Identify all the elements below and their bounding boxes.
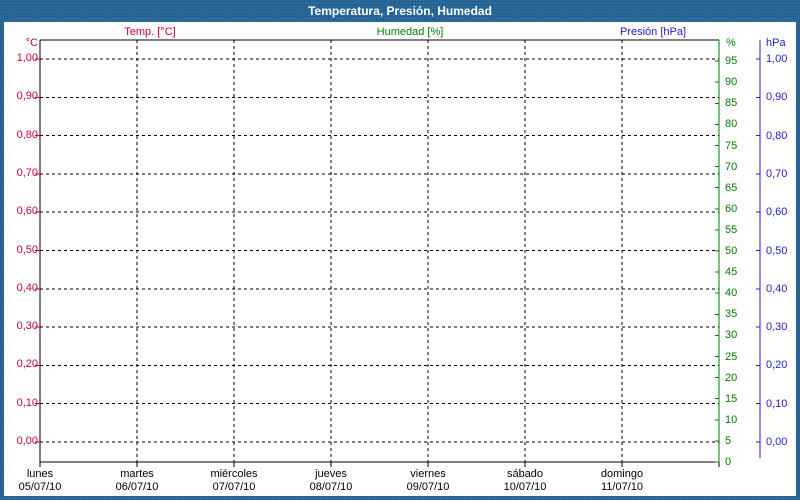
- pressure-axis-tick-label: 0,80: [766, 129, 788, 142]
- left-axis-tick-label: 0,30: [16, 320, 38, 333]
- pressure-axis-tick-label: 0,20: [766, 359, 788, 372]
- pressure-axis-tick-label: 0,00: [766, 436, 788, 448]
- chart-title-bar: Temperatura, Presión, Humedad: [0, 0, 800, 22]
- humidity-axis-tick-label: 30: [725, 329, 738, 342]
- humidity-axis-tick-label: 5: [725, 434, 732, 447]
- pressure-axis-tick-label: 0,30: [766, 321, 788, 334]
- humidity-axis-tick-label: 70: [725, 160, 738, 173]
- humidity-axis-tick-label: 90: [725, 76, 738, 89]
- humidity-axis-tick-label: 85: [725, 97, 738, 110]
- humidity-axis-tick-label: 55: [725, 223, 738, 236]
- day-date-label: 08/07/10: [309, 481, 353, 493]
- chart-plot-area: [35, 39, 761, 467]
- humidity-axis-tick-label: 10: [725, 413, 738, 426]
- left-axis-tick-label: 0,70: [16, 166, 38, 179]
- pressure-axis-tick-label: 0,90: [766, 91, 788, 104]
- day-date-label: 09/07/10: [406, 481, 450, 493]
- chart-panel: Temp. [°C] Humedad [%] Presión [hPa] °C …: [4, 22, 796, 496]
- left-axis-tick-label: 0,90: [16, 90, 38, 103]
- humidity-axis-tick-label: 95: [725, 55, 738, 68]
- left-axis-tick-label: 0,80: [16, 128, 38, 141]
- humidity-axis-tick-label: 40: [725, 287, 738, 300]
- day-name-label: miércoles: [210, 468, 258, 480]
- pressure-axis-tick-label: 0,50: [766, 244, 788, 257]
- day-name-label: viernes: [410, 468, 446, 480]
- day-name-label: domingo: [600, 468, 644, 480]
- day-date-label: 05/07/10: [18, 481, 62, 493]
- humidity-axis-tick-label: 60: [725, 202, 738, 215]
- day-date-label: 07/07/10: [212, 481, 256, 493]
- day-name-label: lunes: [26, 468, 54, 480]
- humidity-axis-tick-label: 50: [725, 245, 738, 257]
- humidity-axis-tick-label: 35: [725, 308, 738, 321]
- weather-chart-window: Temperatura, Presión, Humedad Temp. [°C]…: [0, 0, 800, 500]
- day-date-label: 11/07/10: [600, 481, 643, 493]
- left-axis-tick-label: 0,50: [16, 243, 38, 256]
- day-date-label: 06/07/10: [115, 481, 159, 493]
- pressure-axis-tick-label: 0,10: [766, 397, 788, 410]
- humidity-axis-tick-label: 65: [725, 181, 738, 194]
- day-name-label: sábado: [506, 468, 544, 480]
- pressure-axis-tick-label: 0,40: [766, 282, 788, 295]
- day-date-label: 10/07/10: [503, 481, 547, 493]
- chart-title: Temperatura, Presión, Humedad: [308, 4, 492, 18]
- pressure-axis-tick-label: 1,00: [766, 53, 788, 65]
- day-name-label: jueves: [315, 468, 347, 480]
- left-axis-tick-label: 0,10: [16, 396, 38, 409]
- left-axis-tick-label: 0,00: [16, 435, 38, 447]
- humidity-axis-tick-label: 0: [725, 456, 732, 468]
- left-axis-tick-label: 0,40: [16, 281, 38, 294]
- day-name-label: martes: [120, 468, 154, 480]
- humidity-axis-tick-label: 80: [725, 118, 738, 131]
- humidity-axis-tick-label: 25: [725, 350, 738, 363]
- humidity-axis-tick-label: 20: [725, 371, 738, 384]
- humidity-axis-tick-label: 15: [725, 392, 738, 405]
- humidity-axis-tick-label: 75: [725, 139, 738, 152]
- left-axis-tick-label: 0,60: [16, 205, 38, 218]
- left-axis-tick-label: 0,20: [16, 358, 38, 371]
- left-axis-tick-label: 1,00: [16, 52, 38, 64]
- humidity-axis-tick-label: 45: [725, 266, 738, 279]
- pressure-axis-tick-label: 0,70: [766, 167, 788, 180]
- pressure-axis-tick-label: 0,60: [766, 206, 788, 219]
